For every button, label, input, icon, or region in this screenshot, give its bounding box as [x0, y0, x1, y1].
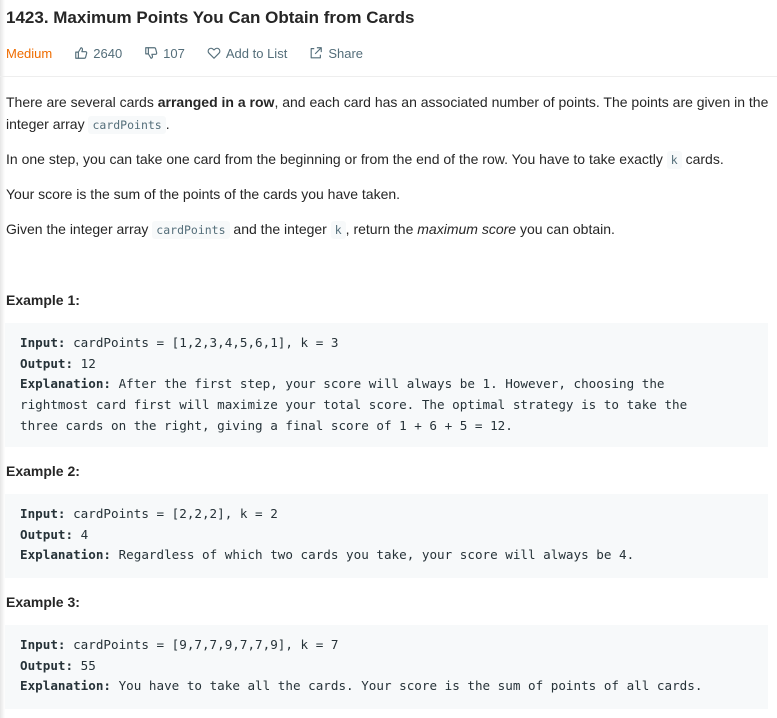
problem-title: 1423. Maximum Points You Can Obtain from… — [6, 8, 415, 27]
example-explanation-line: Explanation: You have to take all the ca… — [20, 676, 753, 697]
emphasis-text: maximum score — [417, 221, 517, 237]
output-value: 55 — [73, 657, 96, 673]
example-output-line: Output: 55 — [20, 656, 753, 677]
description-paragraph-4: Given the integer array cardPoints and t… — [6, 218, 771, 241]
output-label: Output: — [20, 355, 74, 371]
example-3-heading: Example 3: — [6, 594, 80, 610]
share-icon — [310, 47, 323, 59]
input-label: Input: — [20, 506, 66, 521]
inline-code: k — [666, 151, 682, 169]
inline-code: k — [330, 221, 346, 239]
like-button[interactable]: 2640 — [74, 46, 122, 61]
example-3-block: Input: cardPoints = [9,7,7,9,7,7,9], k =… — [5, 625, 768, 709]
dislike-button[interactable]: 107 — [144, 46, 185, 61]
explanation-label: Explanation: — [20, 547, 111, 563]
problem-meta-bar: Medium 2640 107 Add to List Share — [6, 43, 385, 63]
explanation-text: After the first step, your score will al… — [111, 376, 665, 392]
example-output-line: Output: 12 — [20, 354, 753, 375]
example-1-block: Input: cardPoints = [1,2,3,4,5,6,1], k =… — [5, 323, 768, 447]
like-count: 2640 — [93, 45, 123, 61]
output-value: 12 — [73, 355, 96, 371]
text: Given the integer array — [6, 221, 153, 237]
example-output-line: Output: 4 — [20, 525, 753, 546]
example-explanation-line: Explanation: Regardless of which two car… — [20, 545, 753, 566]
text: . — [165, 116, 170, 132]
share-button[interactable]: Share — [309, 46, 363, 61]
explanation-text: You have to take all the cards. Your sco… — [111, 678, 703, 694]
dislike-count: 107 — [163, 45, 185, 61]
example-input-line: Input: cardPoints = [2,2,2], k = 2 — [20, 504, 753, 525]
header-divider — [0, 76, 777, 77]
output-label: Output: — [20, 657, 74, 673]
add-to-list-button[interactable]: Add to List — [207, 46, 287, 61]
add-to-list-label: Add to List — [225, 45, 288, 61]
output-label: Output: — [20, 526, 74, 542]
example-explanation-line: three cards on the right, giving a final… — [20, 417, 513, 433]
input-value: cardPoints = [2,2,2], k = 2 — [65, 506, 278, 521]
example-input-line: Input: cardPoints = [1,2,3,4,5,6,1], k =… — [20, 333, 753, 354]
share-label: Share — [328, 45, 364, 61]
thumbs-down-icon — [145, 47, 158, 59]
output-value: 4 — [73, 526, 89, 542]
text: you can obtain. — [516, 221, 615, 237]
bold-text: arranged in a row — [157, 94, 275, 110]
input-value: cardPoints = [9,7,7,9,7,7,9], k = 7 — [65, 637, 339, 652]
explanation-text: Regardless of which two cards you take, … — [111, 547, 635, 563]
example-explanation-line: rightmost card first will maximize your … — [20, 397, 688, 413]
example-1-heading: Example 1: — [6, 292, 80, 308]
text: and the integer — [229, 221, 331, 237]
description-paragraph-3: Your score is the sum of the points of t… — [6, 186, 401, 202]
example-2-heading: Example 2: — [6, 463, 80, 479]
heart-icon — [207, 47, 221, 59]
thumbs-up-icon — [75, 47, 88, 59]
text: cards. — [681, 151, 724, 167]
inline-code: cardPoints — [88, 116, 166, 134]
input-value: cardPoints = [1,2,3,4,5,6,1], k = 3 — [65, 335, 339, 350]
text: There are several cards — [6, 94, 158, 110]
description-paragraph-2: In one step, you can take one card from … — [6, 148, 771, 171]
description-paragraph-1: There are several cards arranged in a ro… — [6, 91, 771, 136]
input-label: Input: — [20, 335, 66, 350]
inline-code: cardPoints — [152, 221, 230, 239]
text: In one step, you can take one card from … — [6, 151, 667, 167]
example-explanation-line: Explanation: After the first step, your … — [20, 374, 753, 395]
text: , return the — [345, 221, 418, 237]
example-input-line: Input: cardPoints = [9,7,7,9,7,7,9], k =… — [20, 635, 753, 656]
explanation-label: Explanation: — [20, 678, 111, 694]
input-label: Input: — [20, 637, 66, 652]
explanation-label: Explanation: — [20, 376, 111, 392]
difficulty-badge: Medium — [6, 45, 53, 61]
example-2-block: Input: cardPoints = [2,2,2], k = 2 Output… — [5, 494, 768, 578]
